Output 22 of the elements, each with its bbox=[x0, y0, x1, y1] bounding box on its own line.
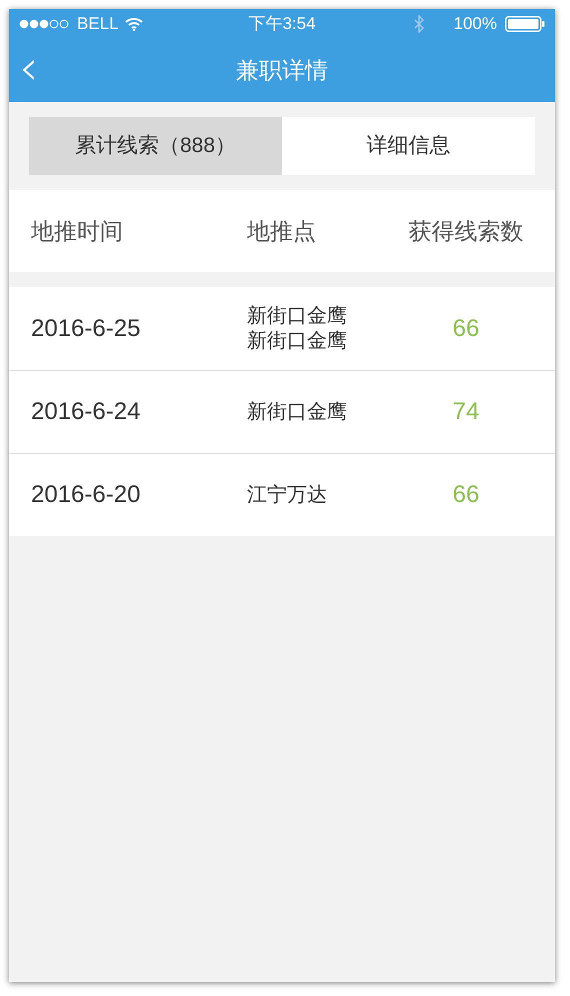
location-text: 新街口金鹰 bbox=[247, 304, 347, 328]
location-text: 江宁万达 bbox=[247, 482, 327, 508]
signal-icon bbox=[19, 18, 71, 28]
lead-count: 66 bbox=[452, 314, 480, 342]
wifi-icon bbox=[124, 16, 143, 30]
lead-count: 74 bbox=[452, 398, 480, 425]
date-cell: 2016-6-24 bbox=[31, 398, 140, 425]
lead-count: 66 bbox=[452, 481, 480, 508]
page-title: 兼职详情 bbox=[236, 56, 328, 85]
battery-icon bbox=[505, 16, 545, 32]
column-header: 地推时间 bbox=[31, 218, 123, 244]
location-text: 新街口金鹰 bbox=[247, 400, 347, 424]
column-header: 获得线索数 bbox=[408, 218, 524, 244]
segment-tab[interactable]: 累计线索（888） bbox=[29, 117, 282, 175]
carrier-name: BELL bbox=[77, 12, 119, 35]
column-header: 地推点 bbox=[247, 218, 316, 244]
status-time: 下午3:54 bbox=[247, 12, 317, 35]
bluetooth-icon bbox=[414, 14, 424, 32]
date-cell: 2016-6-20 bbox=[31, 481, 140, 508]
location-text: 新街口金鹰 bbox=[247, 328, 347, 354]
date-cell: 2016-6-25 bbox=[31, 314, 140, 342]
battery-percent: 100% bbox=[454, 12, 497, 35]
